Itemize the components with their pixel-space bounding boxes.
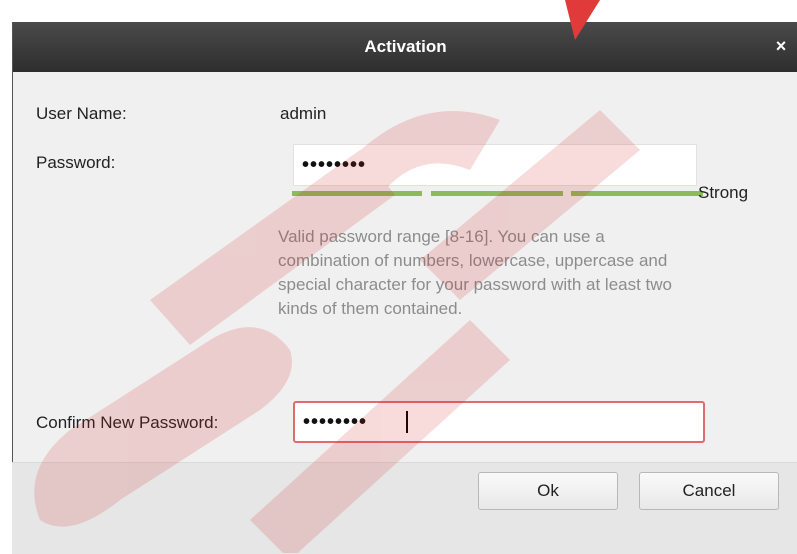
text-caret [406,411,408,433]
strength-bar-segment-1 [292,191,422,196]
username-value: admin [280,104,327,123]
close-icon[interactable]: × [770,34,792,58]
strength-bar-segment-2 [431,191,563,196]
dialog-title: Activation [364,37,447,56]
cancel-button[interactable]: Cancel [639,472,779,510]
ok-button[interactable]: Ok [478,472,618,510]
confirm-password-label: Confirm New Password: [36,413,219,432]
strength-bar-segment-3 [571,191,703,196]
title-bar[interactable]: Activation × [13,22,797,72]
password-field[interactable] [293,144,697,186]
confirm-password-field[interactable] [293,401,705,443]
strength-label: Strong [698,183,749,202]
username-label: User Name: [36,104,127,123]
password-hint: Valid password range [8-16]. You can use… [278,227,673,318]
password-label: Password: [36,153,116,172]
